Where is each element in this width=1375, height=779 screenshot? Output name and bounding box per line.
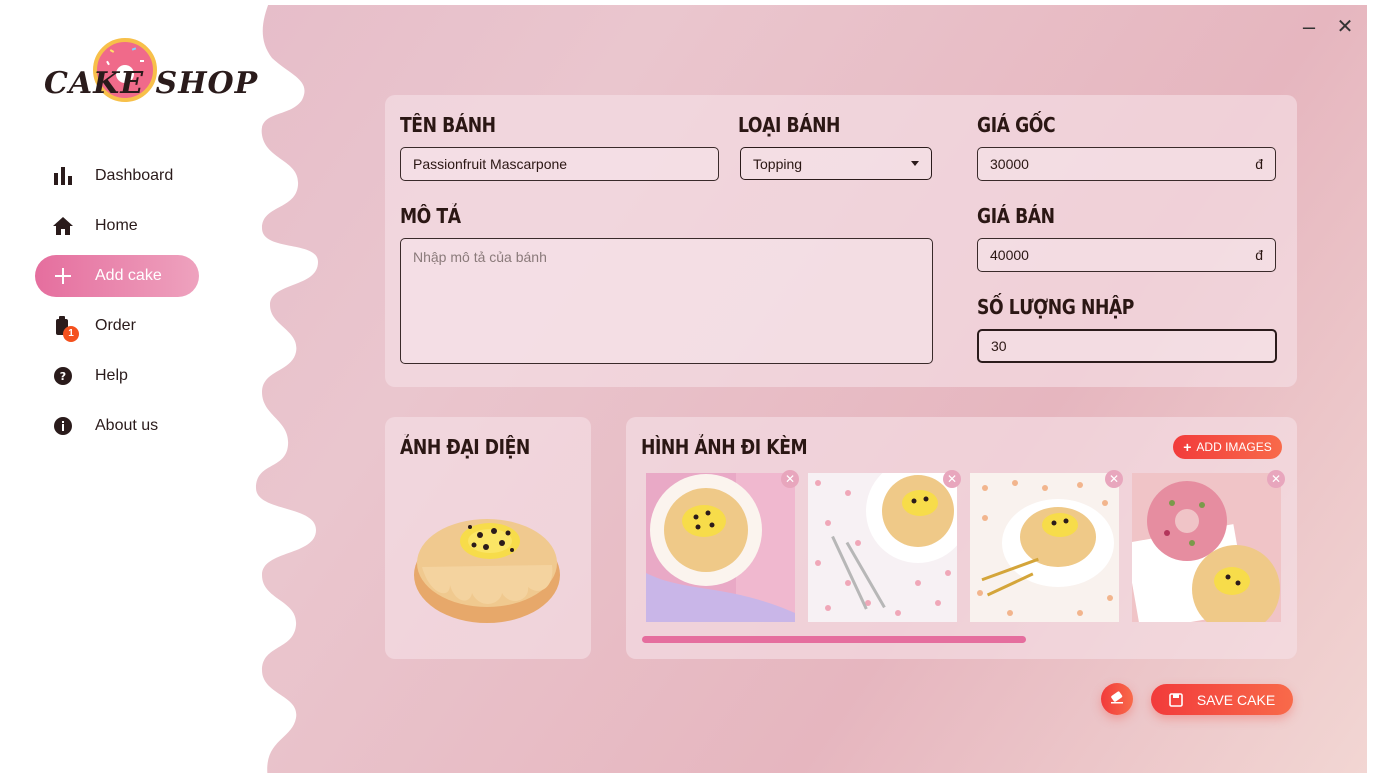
cost-price-value: 30000 bbox=[990, 156, 1029, 172]
remove-image-2-button[interactable]: ✕ bbox=[943, 470, 961, 488]
remove-image-1-button[interactable]: ✕ bbox=[781, 470, 799, 488]
sidebar-item-label: Help bbox=[95, 367, 128, 384]
cake-type-select[interactable]: Topping bbox=[740, 147, 932, 180]
plus-circle-icon: + bbox=[1183, 439, 1192, 455]
order-count-badge: 1 bbox=[63, 326, 79, 342]
remove-image-3-button[interactable]: ✕ bbox=[1105, 470, 1123, 488]
sale-price-label: GIÁ BÁN bbox=[977, 204, 1055, 228]
gallery-image-3[interactable] bbox=[970, 473, 1119, 622]
bar-chart-icon bbox=[51, 164, 75, 188]
sidebar-item-order[interactable]: 1 Order bbox=[35, 305, 205, 347]
cake-avatar-image[interactable] bbox=[410, 505, 564, 625]
cost-price-label: GIÁ GỐC bbox=[977, 113, 1056, 137]
add-images-label: ADD IMAGES bbox=[1196, 440, 1272, 454]
save-icon bbox=[1169, 692, 1183, 707]
remove-image-4-button[interactable]: ✕ bbox=[1267, 470, 1285, 488]
sidebar-item-home[interactable]: Home bbox=[35, 205, 205, 247]
cake-type-value: Topping bbox=[753, 155, 803, 172]
app-window: CAKE SHOP Dashboard Home Add cake 1 Orde… bbox=[0, 0, 1375, 779]
gallery-image-1[interactable] bbox=[646, 473, 795, 622]
cake-name-value: Passionfruit Mascarpone bbox=[413, 156, 568, 172]
sidebar-item-dashboard[interactable]: Dashboard bbox=[35, 155, 205, 197]
quantity-field[interactable]: 30 bbox=[977, 329, 1277, 363]
eraser-icon bbox=[1109, 689, 1125, 710]
home-icon bbox=[51, 214, 75, 238]
description-label: MÔ TẢ bbox=[400, 204, 461, 228]
sale-price-field[interactable]: 40000 đ bbox=[977, 238, 1276, 272]
currency-unit: đ bbox=[1255, 247, 1263, 263]
plus-icon bbox=[51, 264, 75, 288]
currency-unit: đ bbox=[1255, 156, 1263, 172]
quantity-label: SỐ LƯỢNG NHẬP bbox=[977, 295, 1134, 319]
help-icon: ? bbox=[51, 364, 75, 388]
eraser-button[interactable] bbox=[1101, 683, 1133, 715]
svg-text:?: ? bbox=[60, 370, 66, 383]
description-placeholder: Nhập mô tả của bánh bbox=[413, 249, 547, 265]
chevron-down-icon bbox=[911, 161, 919, 166]
sidebar-nav: Dashboard Home Add cake 1 Order ? Help A… bbox=[35, 155, 205, 455]
add-images-button[interactable]: + ADD IMAGES bbox=[1173, 435, 1282, 459]
sidebar-item-add-cake[interactable]: Add cake bbox=[35, 255, 199, 297]
sale-price-value: 40000 bbox=[990, 247, 1029, 263]
sidebar-item-label: Order bbox=[95, 317, 136, 334]
sidebar-item-label: Dashboard bbox=[95, 167, 174, 184]
save-cake-button[interactable]: SAVE CAKE bbox=[1151, 684, 1293, 715]
gallery-title: HÌNH ẢNH ĐI KÈM bbox=[641, 435, 808, 459]
close-button[interactable]: ✕ bbox=[1334, 16, 1356, 38]
cost-price-field[interactable]: 30000 đ bbox=[977, 147, 1276, 181]
cake-name-field[interactable]: Passionfruit Mascarpone bbox=[400, 147, 719, 181]
gallery-image-4[interactable] bbox=[1132, 473, 1281, 622]
cake-type-label: LOẠI BÁNH bbox=[738, 113, 841, 137]
description-field[interactable]: Nhập mô tả của bánh bbox=[400, 238, 933, 364]
gallery-image-2[interactable] bbox=[808, 473, 957, 622]
sidebar-item-help[interactable]: ? Help bbox=[35, 355, 205, 397]
minimize-button[interactable]: – bbox=[1298, 16, 1320, 38]
gallery-scrollbar[interactable] bbox=[642, 636, 1282, 643]
avatar-title: ẢNH ĐẠI DIỆN bbox=[400, 435, 530, 459]
sidebar-item-label: Add cake bbox=[95, 267, 162, 284]
gallery-scrollbar-thumb[interactable] bbox=[642, 636, 1026, 643]
sidebar-item-label: About us bbox=[95, 417, 159, 434]
info-icon bbox=[51, 414, 75, 438]
quantity-value: 30 bbox=[991, 338, 1007, 354]
sidebar-item-label: Home bbox=[95, 217, 138, 234]
logo-text: CAKE SHOP bbox=[44, 66, 259, 101]
save-cake-label: SAVE CAKE bbox=[1196, 691, 1276, 708]
cake-name-label: TÊN BÁNH bbox=[400, 113, 496, 137]
sidebar-item-about-us[interactable]: About us bbox=[35, 405, 205, 447]
